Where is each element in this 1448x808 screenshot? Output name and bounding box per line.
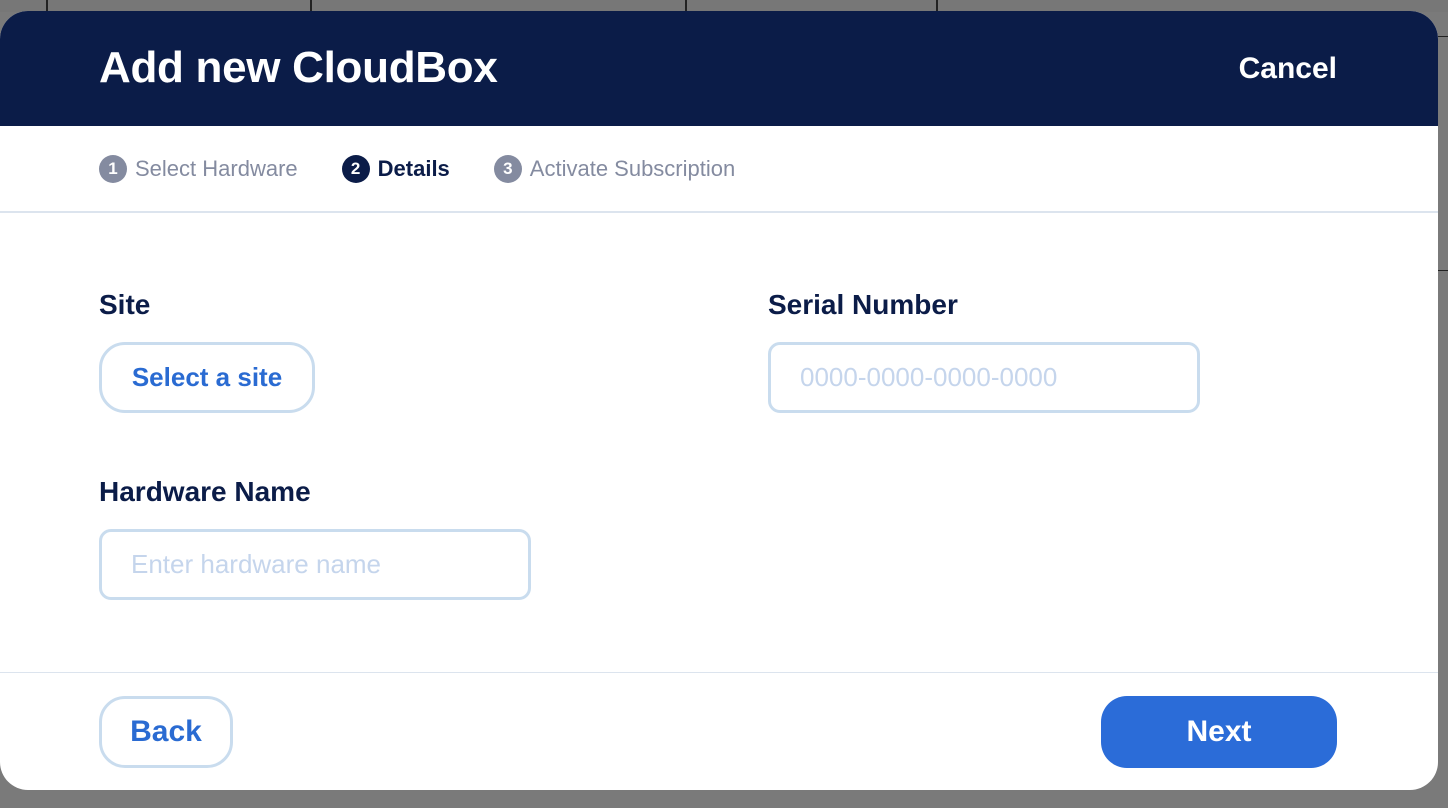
- stepper-divider: [0, 211, 1438, 213]
- step-number-badge: 2: [341, 155, 370, 183]
- step-details: 2 Details: [341, 155, 450, 183]
- background-divider: [1438, 36, 1448, 37]
- step-activate-subscription: 3 Activate Subscription: [493, 155, 736, 183]
- modal-header: Add new CloudBox Cancel: [0, 11, 1438, 126]
- serial-number-input[interactable]: [768, 342, 1200, 413]
- serial-number-label: Serial Number: [768, 289, 958, 320]
- back-button[interactable]: Back: [99, 696, 233, 768]
- select-site-button[interactable]: Select a site: [99, 342, 315, 413]
- step-label: Select Hardware: [135, 156, 298, 181]
- hardware-name-input[interactable]: [99, 529, 531, 600]
- footer-divider: [0, 672, 1438, 673]
- modal-title: Add new CloudBox: [99, 43, 498, 92]
- step-number-badge: 1: [99, 155, 127, 183]
- site-label: Site: [99, 289, 151, 320]
- cancel-button[interactable]: Cancel: [1239, 51, 1337, 87]
- background-divider: [1438, 270, 1448, 271]
- stepper: 1 Select Hardware 2 Details 3 Activate S…: [99, 155, 779, 183]
- add-cloudbox-modal: Add new CloudBox Cancel 1 Select Hardwar…: [0, 11, 1438, 790]
- step-label: Details: [377, 156, 450, 181]
- hardware-name-label: Hardware Name: [99, 476, 311, 507]
- step-number-badge: 3: [493, 155, 522, 183]
- step-label: Activate Subscription: [529, 156, 736, 181]
- next-button[interactable]: Next: [1101, 696, 1337, 768]
- step-select-hardware: 1 Select Hardware: [99, 155, 298, 183]
